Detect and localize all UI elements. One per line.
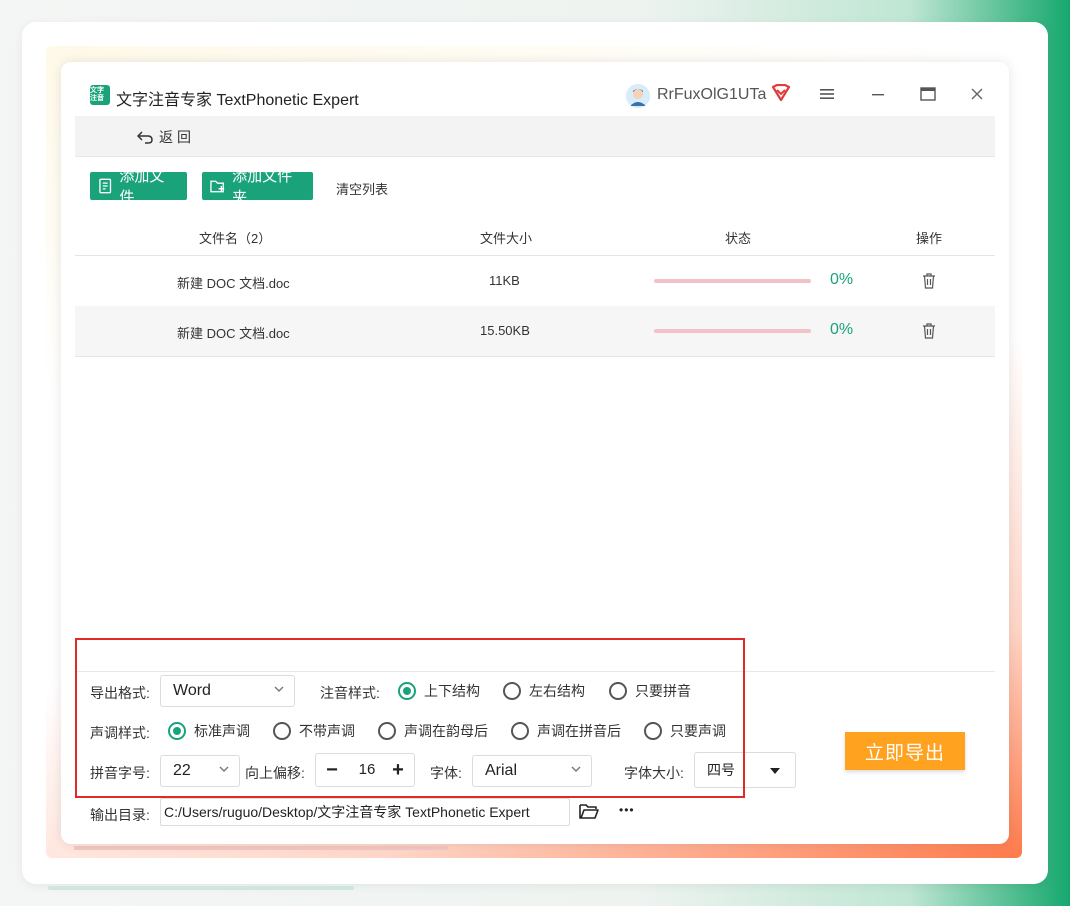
- table-row[interactable]: 新建 DOC 文档.doc 11KB 0%: [75, 256, 995, 307]
- hamburger-icon: [820, 89, 834, 99]
- menu-button[interactable]: [815, 82, 839, 106]
- add-folder-button[interactable]: 添加文件夹: [202, 168, 313, 206]
- file-size: 11KB: [489, 273, 520, 288]
- user-avatar[interactable]: [626, 84, 650, 108]
- column-header-action: 操作: [916, 231, 943, 246]
- output-dir-input[interactable]: C:/Users/ruguo/Desktop/文字注音专家 TextPhonet…: [160, 798, 570, 826]
- delete-icon[interactable]: [921, 272, 937, 289]
- file-name: 新建 DOC 文档.doc: [177, 326, 290, 341]
- close-icon: [971, 88, 983, 100]
- add-file-label: 添加文件: [119, 168, 165, 206]
- file-name: 新建 DOC 文档.doc: [177, 276, 290, 291]
- minimize-button[interactable]: [866, 82, 890, 106]
- progress-percent: 0%: [830, 271, 854, 288]
- column-header-status: 状态: [725, 231, 752, 246]
- folder-open-icon[interactable]: [579, 802, 599, 820]
- back-label: 返回: [159, 129, 195, 145]
- export-now-button[interactable]: 立即导出: [845, 732, 965, 770]
- file-size: 15.50KB: [480, 323, 530, 338]
- table-row[interactable]: 新建 DOC 文档.doc 15.50KB 0%: [75, 306, 995, 357]
- app-logo-icon: 文字注音: [90, 85, 110, 105]
- caret-down-icon: [770, 768, 780, 774]
- back-button[interactable]: 返回: [137, 127, 195, 147]
- back-arrow-icon: [137, 131, 153, 144]
- clear-list-button[interactable]: 清空列表: [336, 179, 388, 198]
- vip-diamond-icon[interactable]: [771, 84, 791, 102]
- add-folder-label: 添加文件夹: [232, 168, 293, 206]
- more-options-button[interactable]: •••: [619, 803, 635, 817]
- progress-percent: 0%: [830, 321, 854, 338]
- close-button[interactable]: [965, 82, 989, 106]
- column-header-size: 文件大小: [480, 231, 533, 246]
- add-folder-icon: [210, 180, 225, 193]
- username[interactable]: RrFuxOlG1UTa: [657, 86, 766, 104]
- title-bar: 文字注音 文字注音专家 TextPhonetic Expert RrFuxOlG…: [61, 62, 1009, 114]
- app-window: 文字注音 文字注音专家 TextPhonetic Expert RrFuxOlG…: [61, 62, 1009, 844]
- output-dir-label: 输出目录:: [90, 807, 150, 823]
- app-logo-text: 文字注音: [90, 87, 104, 102]
- navigation-bar: 返回: [75, 116, 995, 157]
- maximize-icon: [920, 87, 936, 101]
- delete-icon[interactable]: [921, 322, 937, 339]
- avatar-icon: [626, 84, 650, 108]
- maximize-button[interactable]: [916, 82, 940, 106]
- scroll-indicator: [48, 886, 354, 890]
- decorative-bar: [74, 846, 448, 850]
- settings-highlight-box: [75, 638, 745, 798]
- app-title: 文字注音专家 TextPhonetic Expert: [116, 92, 359, 109]
- column-header-name: 文件名（2）: [199, 231, 272, 246]
- progress-bar: [654, 279, 811, 283]
- add-file-icon: [99, 178, 112, 194]
- minimize-icon: [872, 94, 884, 96]
- progress-bar: [654, 329, 811, 333]
- add-file-button[interactable]: 添加文件: [90, 168, 187, 206]
